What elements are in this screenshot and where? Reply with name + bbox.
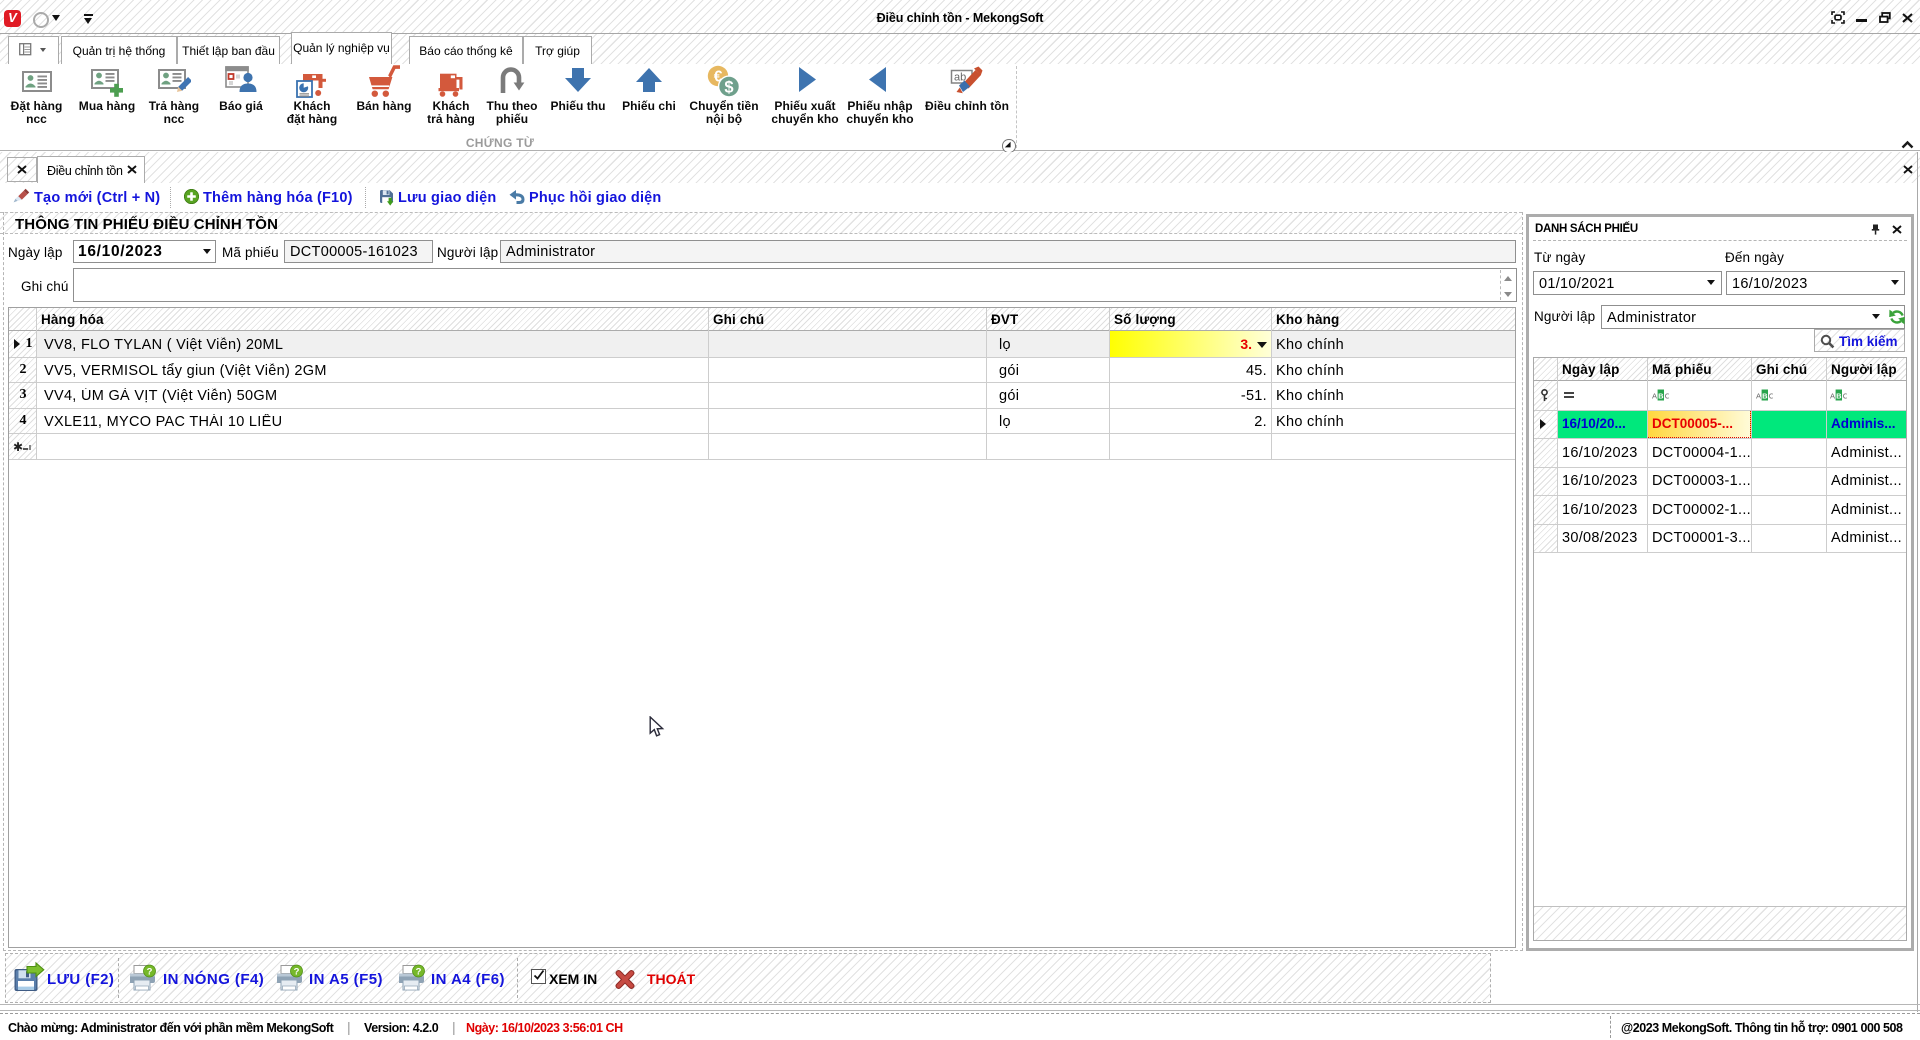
svg-text:A: A [1830, 392, 1835, 401]
svg-text:B: B [1658, 391, 1664, 400]
svg-text:?: ? [416, 967, 422, 978]
svg-text:C: C [1843, 392, 1847, 401]
svg-text:C: C [1665, 392, 1669, 401]
svg-text:?: ? [147, 967, 153, 978]
svg-text:B: B [1836, 391, 1842, 400]
svg-text:$: $ [724, 79, 733, 97]
svg-text:B: B [1762, 391, 1768, 400]
svg-text:?: ? [294, 967, 300, 978]
svg-text:C: C [1769, 392, 1773, 401]
svg-text:A: A [1756, 392, 1761, 401]
svg-text:A: A [1652, 392, 1657, 401]
